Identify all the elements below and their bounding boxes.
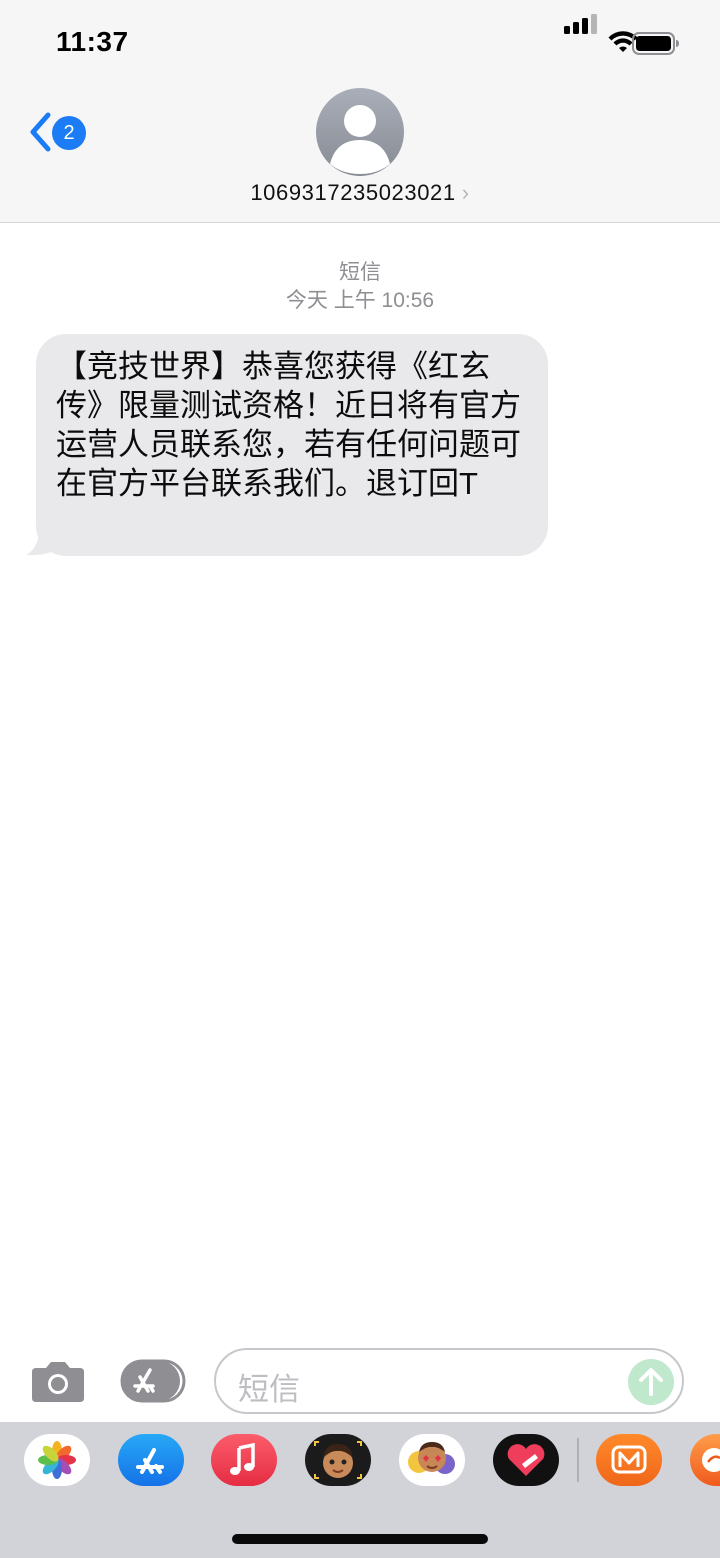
app-store-drawer-button[interactable] bbox=[120, 1359, 186, 1403]
message-timestamp: 今天 上午 10:56 bbox=[285, 289, 435, 312]
home-indicator[interactable] bbox=[232, 1534, 488, 1544]
chevron-left-icon bbox=[30, 112, 51, 152]
contact-avatar[interactable] bbox=[316, 88, 404, 176]
chevron-right-icon: › bbox=[461, 180, 470, 205]
message-service-label: 短信 bbox=[339, 261, 381, 284]
camera-button[interactable] bbox=[30, 1360, 86, 1404]
message-input[interactable]: 短信 bbox=[214, 1348, 684, 1414]
music-icon[interactable] bbox=[211, 1434, 277, 1486]
app-store-icon bbox=[120, 1359, 186, 1403]
contact-name-button[interactable]: 1069317235023021 › bbox=[0, 180, 720, 206]
unread-count-badge[interactable]: 2 bbox=[52, 116, 86, 150]
battery-icon bbox=[632, 32, 679, 55]
contact-number: 1069317235023021 bbox=[250, 180, 456, 205]
heart-digital-touch-icon[interactable] bbox=[493, 1434, 559, 1486]
status-time: 11:37 bbox=[56, 26, 129, 57]
arrow-up-icon bbox=[639, 1368, 663, 1396]
mango-tv-icon[interactable] bbox=[596, 1434, 662, 1486]
animoji-stickers-icon[interactable] bbox=[399, 1434, 465, 1486]
conversation-header: 11:37 2 1069317235023021 › bbox=[0, 0, 720, 223]
person-icon bbox=[330, 105, 390, 174]
partial-app-icon[interactable] bbox=[690, 1434, 720, 1486]
incoming-message-bubble[interactable]: 【竞技世界】恭喜您获得《红玄传》限量测试资格！近日将有官方运营人员联系您，若有任… bbox=[36, 334, 548, 556]
drawer-divider bbox=[577, 1438, 579, 1482]
camera-icon bbox=[32, 1362, 84, 1402]
send-button[interactable] bbox=[628, 1359, 674, 1405]
photos-icon[interactable] bbox=[24, 1434, 90, 1486]
app-store-icon[interactable] bbox=[118, 1434, 184, 1486]
message-input-placeholder: 短信 bbox=[238, 1372, 300, 1407]
memoji-icon[interactable] bbox=[305, 1434, 371, 1486]
